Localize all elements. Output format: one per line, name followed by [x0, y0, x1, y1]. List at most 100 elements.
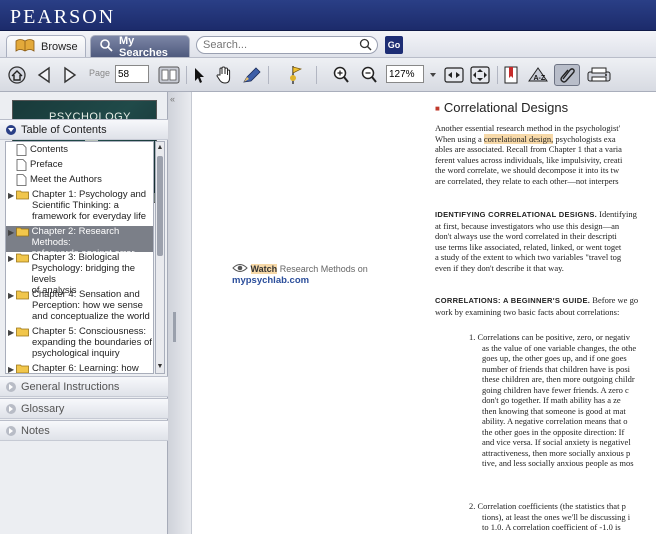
toc-item-label: Contents	[30, 144, 69, 155]
splitter-grip[interactable]	[173, 312, 176, 342]
text-line: work by examining two basic facts about …	[435, 306, 620, 317]
paragraph-beginners-guide: CORRELATIONS: A BEGINNER'S GUIDE. Before…	[435, 295, 656, 317]
print-icon[interactable]	[585, 64, 613, 86]
fit-page-icon[interactable]	[468, 64, 492, 86]
tab-row: Browse My Searches Go	[0, 31, 656, 59]
book-icon	[15, 38, 35, 55]
paperclip-notes-icon[interactable]	[554, 64, 580, 86]
select-arrow-icon[interactable]	[190, 64, 208, 86]
expand-arrow-icon[interactable]: ▶	[6, 253, 16, 264]
highlighted-term[interactable]: correlational design,	[483, 133, 554, 144]
collapsed-circle-icon	[6, 381, 16, 392]
page-icon	[16, 159, 27, 174]
app-header: PEARSON	[0, 0, 656, 31]
tab-my-searches-label: My Searches	[119, 34, 168, 59]
text-line: as the value of one variable changes, th…	[482, 342, 637, 353]
scroll-up-icon[interactable]: ▲	[156, 143, 164, 153]
section-title: ■ Correlational Designs	[435, 100, 569, 115]
text-line: ables are associated. Recall from Chapte…	[435, 144, 622, 154]
toc-item-label: Chapter 5: Consciousness: expanding the b…	[32, 326, 152, 359]
page-thumbnails-icon[interactable]	[156, 64, 182, 86]
watch-text: Research Methods on	[277, 264, 368, 274]
text-line: ferent values across individuals, like i…	[435, 154, 623, 165]
general-instructions-label: General Instructions	[21, 380, 120, 393]
page-icon	[16, 174, 27, 189]
search-input[interactable]	[203, 39, 353, 51]
pan-hand-icon[interactable]	[213, 64, 235, 86]
expand-arrow-icon[interactable]: ▶	[6, 190, 16, 201]
expand-arrow-icon[interactable]: ▶	[6, 290, 16, 301]
sidebar-splitter[interactable]	[168, 92, 192, 534]
next-page-icon[interactable]	[60, 64, 80, 86]
tab-browse-label: Browse	[41, 40, 78, 53]
zoom-level-input[interactable]	[386, 65, 424, 83]
zoom-in-icon[interactable]	[330, 64, 352, 86]
toc-item[interactable]: ▶ Chapter 5: Consciousness: expanding the …	[6, 326, 153, 363]
toc-item[interactable]: ▶ Chapter 4: Sensation and Perception: how…	[6, 289, 153, 326]
go-button[interactable]: Go	[385, 36, 403, 54]
notes-label: Notes	[21, 424, 50, 437]
expand-arrow-icon[interactable]: ▶	[6, 227, 16, 238]
search-icon	[99, 38, 113, 55]
glossary-az-icon[interactable]: A-Z	[526, 64, 550, 86]
collapse-sidebar-icon[interactable]: «	[170, 94, 175, 104]
bookmark-flag-icon[interactable]	[285, 64, 307, 86]
zoom-dropdown-icon[interactable]	[428, 64, 438, 86]
eye-icon	[232, 264, 251, 274]
toc-item-label: Chapter 1: Psychology and Scientific Thin…	[32, 189, 147, 222]
scroll-thumb[interactable]	[157, 156, 163, 256]
toc-item-label: Chapter 4: Sensation and Perception: how …	[32, 289, 150, 322]
text-line: goes up, the other goes up, and if one g…	[482, 353, 627, 363]
text-line: IDENTIFYING CORRELATIONAL DESIGNS. Ident…	[435, 209, 637, 219]
bookmark-icon[interactable]	[500, 64, 522, 86]
expand-arrow-icon[interactable]: ▶	[6, 327, 16, 338]
scroll-down-icon[interactable]: ▼	[156, 362, 164, 372]
toc-item[interactable]: ▶ Chapter 6: Learning: how	[6, 363, 153, 373]
fit-width-icon[interactable]	[442, 64, 466, 86]
text-line: are correlated, they relate to each othe…	[435, 175, 619, 186]
toc-item[interactable]: Preface	[6, 159, 153, 174]
list-item-2: 2. Correlation coefficients (the statist…	[469, 501, 656, 533]
right-page: ■ Correlational Designs Another essential…	[423, 92, 656, 534]
magnifier-icon[interactable]	[359, 38, 372, 54]
tab-my-searches[interactable]: My Searches	[90, 34, 190, 59]
expand-arrow-icon[interactable]: ▶	[6, 364, 16, 373]
toolbar-separator	[186, 66, 187, 84]
text-line: don't always use the word correlated in …	[435, 231, 617, 241]
collapsed-circle-icon	[6, 403, 16, 414]
brand-logo: PEARSON	[10, 6, 116, 28]
zoom-out-icon[interactable]	[358, 64, 380, 86]
text-line: the other goes in the opposite direction…	[482, 426, 625, 437]
tab-browse[interactable]: Browse	[6, 35, 86, 57]
text-line: number of friends that children have is …	[482, 363, 631, 374]
folder-icon	[15, 252, 29, 266]
toc-item[interactable]: Contents	[6, 144, 153, 159]
home-icon[interactable]	[6, 64, 28, 86]
mypsychlab-link[interactable]: mypsychlab.com	[232, 275, 309, 286]
notes-header[interactable]: Notes	[0, 420, 168, 441]
previous-page-icon[interactable]	[34, 64, 54, 86]
reader-toolbar: Page A-Z	[0, 58, 656, 92]
highlighter-pen-icon[interactable]	[240, 64, 264, 86]
page-number-input[interactable]	[115, 65, 149, 83]
search-field[interactable]	[196, 36, 378, 54]
folder-icon	[16, 289, 29, 303]
watch-media-link[interactable]: Watch Research Methods on mypsychlab.com	[232, 263, 392, 286]
toc-section-header[interactable]: Table of Contents	[0, 119, 168, 140]
toc-item[interactable]: Meet the Authors	[6, 174, 153, 189]
glossary-header[interactable]: Glossary	[0, 398, 168, 419]
text-line: When using a correlational design, psych…	[435, 133, 616, 144]
toc-item[interactable]: ▶ Chapter 3: Biological Psychology: bridgi…	[6, 252, 153, 296]
toc-scrollbar[interactable]: ▲ ▼	[155, 141, 165, 374]
expanded-circle-icon	[6, 124, 16, 135]
toc-item[interactable]: ▶ Chapter 1: Psychology and Scientific Thi…	[6, 189, 153, 226]
paragraph-intro: Another essential research method in the…	[435, 123, 656, 186]
toc-item[interactable]: ▶ Chapter 2: Research Methods: safeguards …	[6, 226, 153, 259]
folder-icon	[16, 189, 29, 203]
general-instructions-header[interactable]: General Instructions	[0, 376, 168, 397]
text-line: attractiveness, then more socially anxio…	[482, 447, 631, 458]
collapsed-circle-icon	[6, 425, 16, 436]
text-line: ability. A negative correlation means th…	[482, 416, 628, 426]
text-line: use terms like associated, related, link…	[435, 241, 622, 252]
text-line: the word correlate, we should decompose …	[435, 165, 620, 175]
